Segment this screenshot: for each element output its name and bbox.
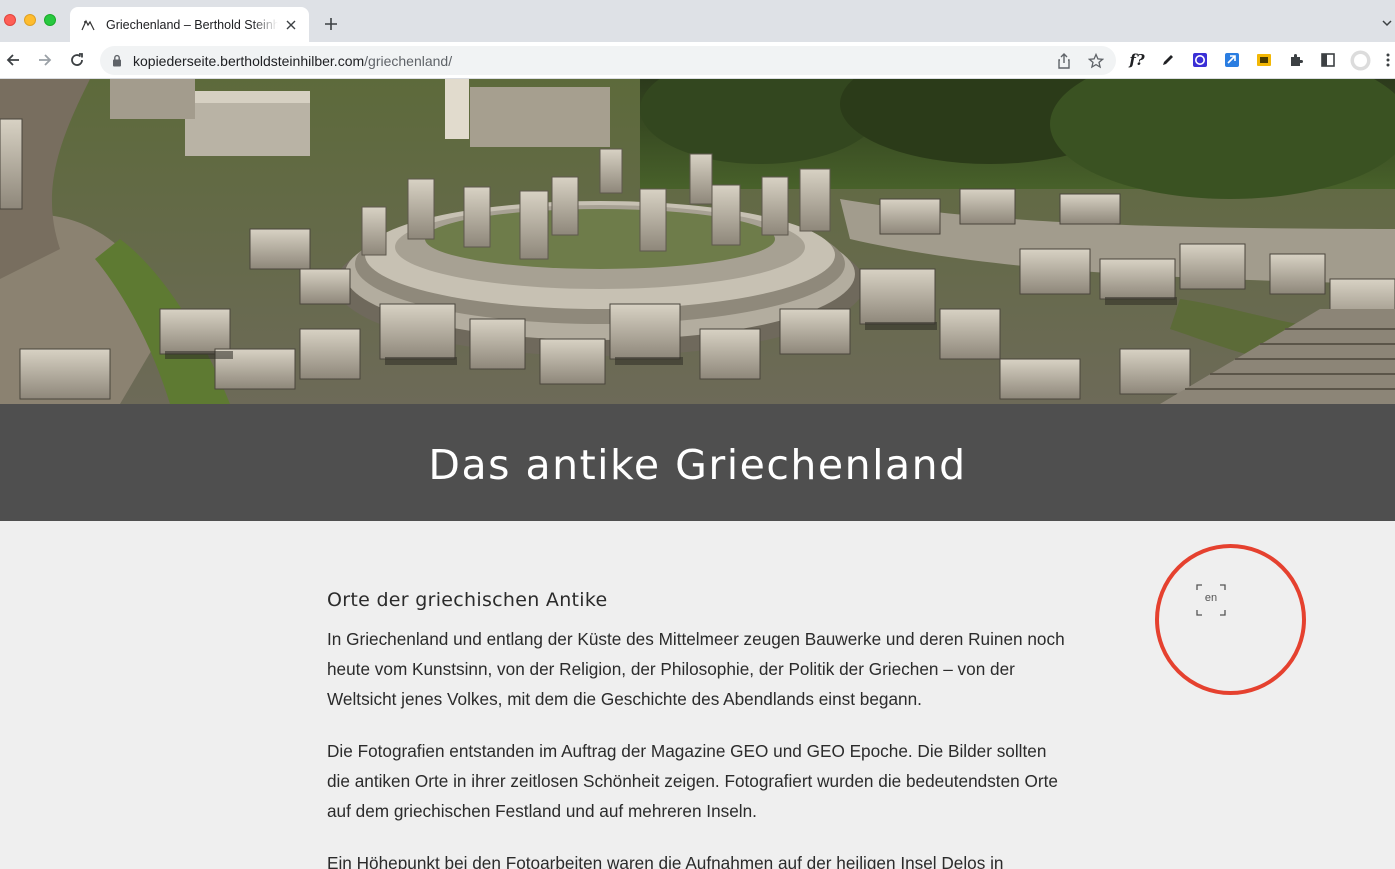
paragraph-2: Die Fotografien entstanden im Auftrag de… [327,741,1058,821]
translate-extension-icon[interactable] [1223,51,1241,69]
side-panel-icon[interactable] [1319,51,1337,69]
paragraph-3: Ein Höhepunkt bei den Fotoarbeiten waren… [327,853,1004,869]
site-favicon-icon [80,17,96,33]
page-title: Das antike Griechenland [428,440,967,489]
language-switch-button[interactable]: en [1196,584,1226,616]
tab-title: Griechenland – Berthold Steinhilber [106,17,278,32]
window-zoom-button[interactable] [44,14,56,26]
browser-toolbar: kopiederseite.bertholdsteinhilber.com/gr… [0,42,1395,79]
tab-close-icon[interactable] [283,17,299,33]
window-minimize-button[interactable] [24,14,36,26]
section-heading: Orte der griechischen Antike [327,589,608,611]
page-title-band: Das antike Griechenland [0,404,1395,521]
forward-arrow-icon[interactable] [36,51,54,69]
browser-tab-strip: Griechenland – Berthold Steinhilber [0,0,1395,42]
main-content: Orte der griechischen Antike In Griechen… [327,589,1067,869]
highlight-annotation-circle [1155,544,1306,695]
url-path: /griechenland/ [364,53,453,69]
back-arrow-icon[interactable] [4,51,22,69]
browser-tab-active[interactable]: Griechenland – Berthold Steinhilber [70,7,309,42]
url-host: kopiederseite.bertholdsteinhilber.com [133,53,365,69]
lock-icon[interactable] [112,54,122,72]
ruins-photo-illustration [0,79,1395,404]
extensions-puzzle-icon[interactable] [1287,51,1305,69]
language-code: en [1204,592,1218,604]
bookmark-star-icon[interactable] [1087,52,1104,69]
browser-menu-icon[interactable] [1384,51,1392,69]
paragraph-1: In Griechenland und entlang der Küste de… [327,629,1065,709]
font-extension-icon[interactable]: f? [1126,51,1148,69]
new-tab-icon[interactable] [322,15,340,33]
hero-image-ruins [0,79,1395,404]
circle-extension-icon[interactable] [1191,51,1209,69]
share-icon[interactable] [1055,52,1072,69]
address-bar[interactable]: kopiederseite.bertholdsteinhilber.com/gr… [100,46,1116,75]
profile-avatar-icon[interactable] [1350,50,1371,71]
reload-icon[interactable] [68,51,86,69]
pen-extension-icon[interactable] [1159,51,1177,69]
tab-search-chevron-icon[interactable] [1381,16,1393,28]
url-text: kopiederseite.bertholdsteinhilber.com/gr… [133,53,452,69]
window-close-button[interactable] [4,14,16,26]
highlighter-extension-icon[interactable] [1255,51,1273,69]
